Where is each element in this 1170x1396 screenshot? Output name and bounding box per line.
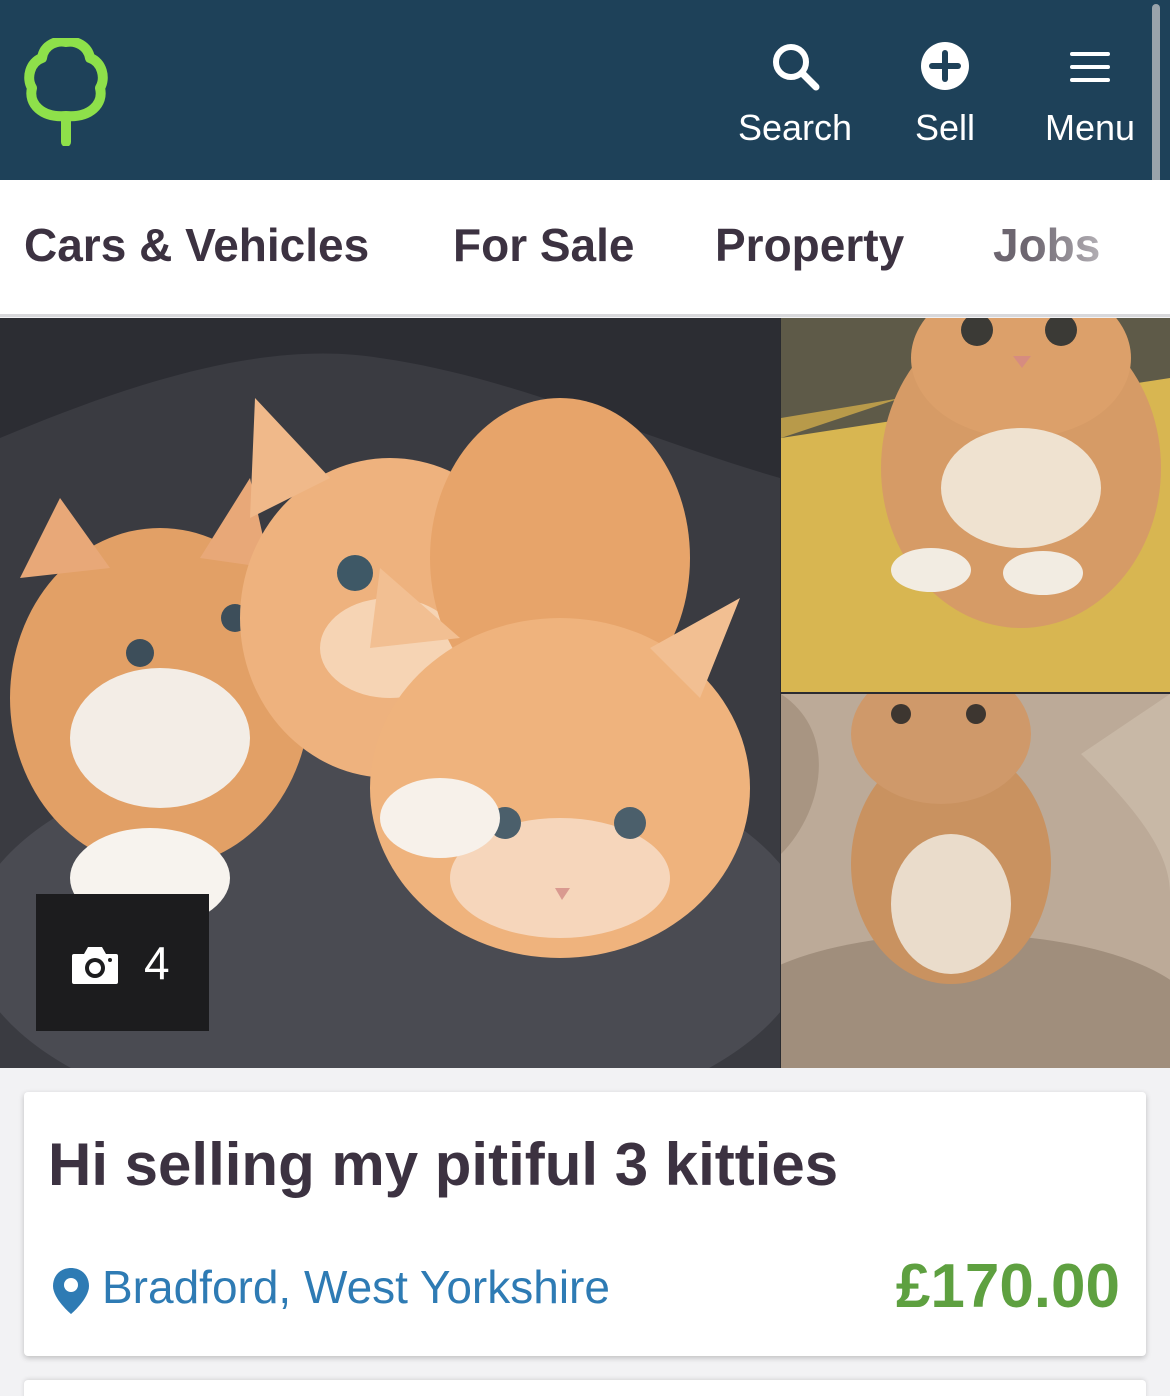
listing-summary-card: Hi selling my pitiful 3 kitties Bradford…: [24, 1092, 1146, 1356]
next-card: [24, 1380, 1146, 1396]
menu-button[interactable]: Menu: [1032, 40, 1148, 148]
hamburger-icon: [1070, 52, 1110, 82]
gumtree-logo[interactable]: [22, 36, 110, 147]
search-icon: [773, 44, 820, 91]
sell-label: Sell: [914, 107, 976, 148]
side-photo-kitten-yellow[interactable]: [781, 318, 1170, 692]
search-button[interactable]: Search: [728, 40, 862, 148]
top-header: Search Sell Menu: [0, 0, 1170, 180]
search-label: Search: [737, 107, 853, 148]
listing-price: £170.00: [895, 1252, 1120, 1321]
sell-button[interactable]: Sell: [902, 40, 988, 148]
plus-circle-icon: [921, 42, 969, 90]
side-photo-kitten-blanket[interactable]: [781, 694, 1170, 1068]
photo-gallery[interactable]: 4: [0, 318, 1170, 1068]
location-pin-icon: [53, 1268, 89, 1314]
listing-title: Hi selling my pitiful 3 kitties: [48, 1131, 839, 1198]
menu-label: Menu: [1044, 107, 1136, 148]
category-for-sale[interactable]: For Sale: [453, 218, 635, 272]
listing-location[interactable]: Bradford, West Yorkshire: [102, 1260, 610, 1314]
category-nav: Cars & Vehicles For Sale Property Jobs: [0, 180, 1170, 317]
photo-count-badge[interactable]: 4: [36, 894, 209, 1031]
camera-icon: [72, 947, 118, 984]
category-scroll-fade: [1030, 180, 1170, 314]
category-property[interactable]: Property: [715, 218, 904, 272]
photo-count-number: 4: [144, 937, 170, 989]
category-cars-vehicles[interactable]: Cars & Vehicles: [24, 218, 369, 272]
